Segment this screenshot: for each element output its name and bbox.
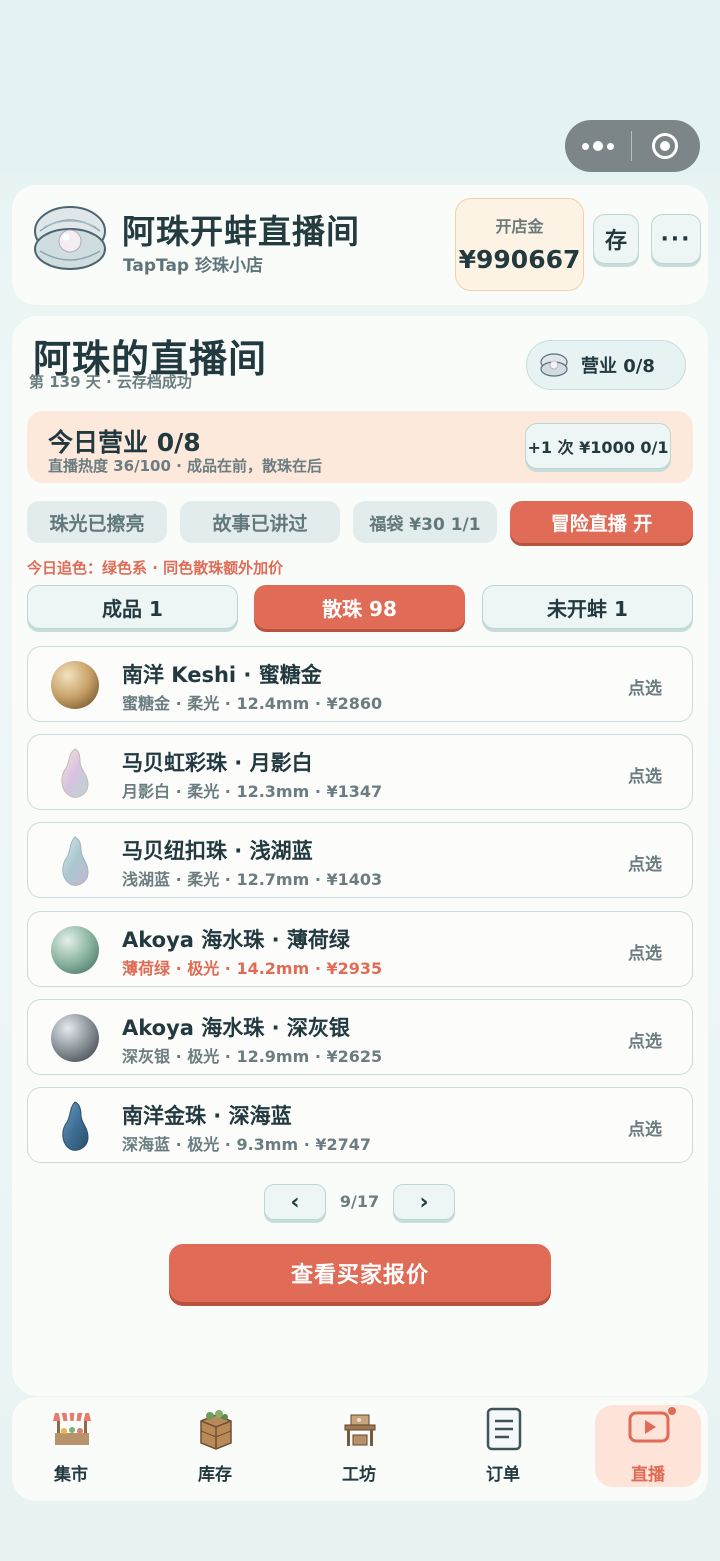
pick-button[interactable]: 点选 <box>628 939 662 964</box>
view-buyer-quotes-button[interactable]: 查看买家报价 <box>169 1244 551 1302</box>
order-list-icon <box>486 1407 522 1451</box>
color-hint: 今日追色：绿色系 · 同色散珠额外加价 <box>27 559 284 577</box>
today-business-box: 今日营业 0/8 直播热度 36/100 · 成品在前，散珠在后 +1 次 ¥1… <box>27 411 693 483</box>
shop-funds-box: 开店金 ¥990667 <box>455 198 584 291</box>
chip-adventure-live[interactable]: 冒险直播 开 <box>510 501 693 543</box>
pearl-baroque-icon <box>61 748 89 798</box>
pearl-round-icon <box>51 926 99 974</box>
save-button[interactable]: 存 <box>593 214 639 264</box>
item-meta: 深灰银 · 极光 · 12.9mm · ¥2625 <box>122 1047 383 1066</box>
nav-item-orders[interactable]: 订单 <box>450 1405 556 1487</box>
item-name: 马贝纽扣珠 · 浅湖蓝 <box>122 839 313 863</box>
list-item[interactable]: 南洋金珠 · 深海蓝 深海蓝 · 极光 · 9.3mm · ¥2747 点选 <box>27 1087 693 1163</box>
pearl-shell-logo-icon <box>34 206 106 270</box>
funds-label: 开店金 <box>495 217 544 236</box>
item-name: Akoya 海水珠 · 薄荷绿 <box>122 928 350 952</box>
list-item[interactable]: 马贝虹彩珠 · 月影白 月影白 · 柔光 · 12.3mm · ¥1347 点选 <box>27 734 693 810</box>
item-name: 南洋金珠 · 深海蓝 <box>122 1104 292 1128</box>
market-stall-icon <box>53 1412 91 1445</box>
nav-label: 直播 <box>631 1465 665 1485</box>
pearl-baroque-icon <box>62 836 89 886</box>
today-subtitle: 直播热度 36/100 · 成品在前，散珠在后 <box>48 457 323 475</box>
buy-extra-session-button[interactable]: +1 次 ¥1000 0/1 <box>525 423 671 469</box>
pearl-round-icon <box>51 661 99 709</box>
nav-label: 集市 <box>54 1465 88 1485</box>
pick-button[interactable]: 点选 <box>628 1115 662 1140</box>
oyster-icon <box>540 353 568 377</box>
item-meta: 浅湖蓝 · 柔光 · 12.7mm · ¥1403 <box>122 870 383 889</box>
item-meta: 薄荷绿 · 极光 · 14.2mm · ¥2935 <box>122 959 383 978</box>
nav-label: 工坊 <box>342 1465 376 1485</box>
nav-label: 订单 <box>486 1465 520 1485</box>
funds-value: ¥990667 <box>458 245 581 274</box>
mini-program-capsule <box>565 120 700 172</box>
nav-item-live[interactable]: 直播 <box>595 1405 701 1487</box>
menu-dots-icon[interactable] <box>565 120 631 172</box>
nav-item-market[interactable]: 集市 <box>18 1405 124 1487</box>
item-meta: 月影白 · 柔光 · 12.3mm · ¥1347 <box>122 782 383 801</box>
pick-button[interactable]: 点选 <box>628 762 662 787</box>
business-status-pill: 营业 0/8 <box>526 340 686 390</box>
notification-dot <box>668 1407 676 1415</box>
item-meta: 深海蓝 · 极光 · 9.3mm · ¥2747 <box>122 1135 372 1154</box>
pick-button[interactable]: 点选 <box>628 674 662 699</box>
next-page-button[interactable]: › <box>393 1184 455 1220</box>
pearl-baroque-icon <box>62 1101 89 1151</box>
item-name: 马贝虹彩珠 · 月影白 <box>122 751 313 775</box>
tab-unopened[interactable]: 未开蚌 1 <box>482 585 693 629</box>
nav-item-inventory[interactable]: 库存 <box>162 1405 268 1487</box>
live-play-icon <box>628 1411 670 1443</box>
workbench-icon <box>344 1414 376 1446</box>
pick-button[interactable]: 点选 <box>628 850 662 875</box>
tab-finished[interactable]: 成品 1 <box>27 585 238 629</box>
list-item[interactable]: Akoya 海水珠 · 深灰银 深灰银 · 极光 · 12.9mm · ¥262… <box>27 999 693 1075</box>
nav-label: 库存 <box>198 1465 232 1485</box>
chip-lucky-bag[interactable]: 福袋 ¥30 1/1 <box>353 501 497 543</box>
item-name: Akoya 海水珠 · 深灰银 <box>122 1016 350 1040</box>
business-status-text: 营业 0/8 <box>581 356 655 377</box>
today-title: 今日营业 0/8 <box>48 428 201 457</box>
close-target-icon[interactable] <box>632 120 698 172</box>
list-item[interactable]: 马贝纽扣珠 · 浅湖蓝 浅湖蓝 · 柔光 · 12.7mm · ¥1403 点选 <box>27 822 693 898</box>
shop-subtitle: TapTap 珍珠小店 <box>123 256 264 276</box>
bottom-nav: 集市 库存 工坊 订单 直播 <box>12 1397 708 1501</box>
pearl-round-icon <box>51 1014 99 1062</box>
item-name: 南洋 Keshi · 蜜糖金 <box>122 663 322 687</box>
nav-item-workshop[interactable]: 工坊 <box>306 1405 412 1487</box>
chip-pearl-polished[interactable]: 珠光已擦亮 <box>27 501 167 543</box>
crate-icon <box>200 1410 232 1450</box>
pick-button[interactable]: 点选 <box>628 1027 662 1052</box>
prev-page-button[interactable]: ‹ <box>264 1184 326 1220</box>
shop-title: 阿珠开蚌直播间 <box>122 212 360 251</box>
room-subtitle: 第 139 天 · 云存档成功 <box>29 373 192 391</box>
list-item[interactable]: 南洋 Keshi · 蜜糖金 蜜糖金 · 柔光 · 12.4mm · ¥2860… <box>27 646 693 722</box>
page-indicator: 9/17 <box>339 1192 380 1211</box>
tab-loose-pearls[interactable]: 散珠 98 <box>254 585 465 629</box>
live-room-panel: 阿珠的直播间 第 139 天 · 云存档成功 营业 0/8 今日营业 0/8 直… <box>12 316 708 1396</box>
chip-story-told[interactable]: 故事已讲过 <box>180 501 340 543</box>
list-item[interactable]: Akoya 海水珠 · 薄荷绿 薄荷绿 · 极光 · 14.2mm · ¥293… <box>27 911 693 987</box>
shop-header: 阿珠开蚌直播间 TapTap 珍珠小店 开店金 ¥990667 存 ··· <box>12 185 708 305</box>
item-meta: 蜜糖金 · 柔光 · 12.4mm · ¥2860 <box>122 694 383 713</box>
more-button[interactable]: ··· <box>651 214 701 264</box>
